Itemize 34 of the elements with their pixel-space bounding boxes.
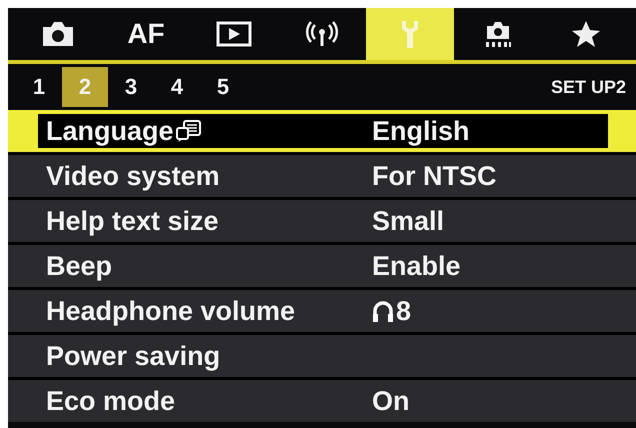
menu-tab[interactable]: AF (102, 8, 190, 60)
menu-row[interactable]: Headphone volume 8 (8, 290, 636, 332)
camera-settings-icon (483, 20, 513, 48)
page-tab[interactable]: 5 (200, 67, 246, 107)
page-tab[interactable]: 4 (154, 67, 200, 107)
setting-label: Power saving (46, 340, 220, 372)
menu-title: SET UP2 (550, 76, 626, 98)
wrench-icon (399, 19, 421, 49)
camera-icon (41, 21, 75, 47)
setting-value: Small (372, 206, 444, 236)
setting-label: Headphone volume (46, 296, 296, 326)
page-tab[interactable]: 3 (108, 67, 154, 107)
star-icon (571, 20, 601, 48)
play-icon (216, 21, 252, 47)
menu-row[interactable]: Video system For NTSC (8, 155, 636, 197)
setting-value: 8 (396, 296, 412, 326)
menu-row[interactable]: Help text size Small (8, 200, 636, 242)
setting-label: Language (46, 116, 174, 146)
setting-label: Beep (46, 250, 112, 282)
headphones-icon (372, 299, 394, 323)
menu-row[interactable]: Eco mode On (8, 380, 636, 422)
menu-row[interactable]: Beep Enable (8, 245, 636, 287)
menu-row[interactable]: Language English (8, 110, 636, 152)
setting-value: For NTSC (372, 160, 496, 192)
page-tab[interactable]: 1 (16, 67, 62, 107)
setting-value: English (372, 116, 470, 146)
setting-label: Video system (46, 160, 220, 192)
setting-value: Enable (372, 250, 461, 282)
menu-row[interactable]: Power saving (8, 335, 636, 377)
speech-bubble-icon (176, 119, 202, 143)
setting-label: Help text size (46, 206, 219, 236)
setting-label: Eco mode (46, 386, 176, 416)
setting-value: On (372, 386, 410, 416)
wireless-icon (305, 21, 339, 47)
